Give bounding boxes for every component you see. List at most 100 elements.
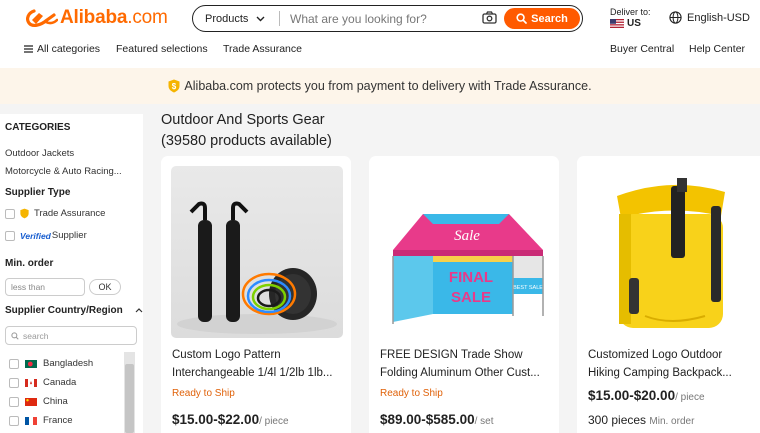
country-search-input[interactable]: search (5, 326, 137, 345)
country-label: France (43, 415, 73, 426)
price-unit: / piece (259, 416, 289, 427)
tent-top-text: Sale (454, 228, 480, 244)
shield-dollar-icon: $ (168, 79, 180, 93)
checkbox[interactable] (9, 415, 19, 426)
moq-label: Min. order (649, 416, 695, 427)
nav-trade-assurance-label: Trade Assurance (223, 43, 302, 55)
camera-icon[interactable] (482, 11, 497, 24)
nav-help-center[interactable]: Help Center (689, 43, 745, 55)
moq-value: 300 pieces (588, 413, 647, 427)
country-option-bangladesh[interactable]: Bangladesh (9, 358, 93, 369)
country-label: Canada (43, 377, 77, 388)
product-card[interactable]: Customized Logo Outdoor Hiking Camping B… (577, 156, 760, 433)
category-title: Outdoor And Sports Gear (161, 112, 325, 128)
product-image[interactable] (171, 166, 343, 338)
min-order-heading: Min. order (5, 258, 54, 269)
price-unit: / set (474, 416, 494, 427)
min-order-input[interactable]: less than (5, 278, 85, 296)
chevron-down-icon (256, 16, 265, 21)
country-option-france[interactable]: France (9, 415, 73, 426)
filter-trade-assurance[interactable]: Trade Assurance (5, 208, 105, 219)
search-button[interactable]: Search (504, 8, 580, 29)
price-range: $15.00-$20.00 (588, 388, 676, 403)
product-image[interactable]: Sale FINAL SALE BEST SALE (379, 166, 551, 338)
product-price: $89.00-$585.00/ set (380, 412, 494, 427)
canada-flag-icon (25, 378, 37, 387)
verified-badge: Verified (20, 230, 51, 241)
product-price: $15.00-$22.00/ piece (172, 412, 289, 427)
product-name[interactable]: Custom Logo Pattern Interchangeable 1/4l… (172, 346, 344, 382)
france-flag-icon (25, 416, 37, 425)
categories-heading: CATEGORIES (5, 122, 71, 133)
search-button-label: Search (531, 12, 568, 25)
product-name[interactable]: FREE DESIGN Trade Show Folding Aluminum … (380, 346, 552, 382)
nav-trade-assurance[interactable]: Trade Assurance (223, 43, 302, 55)
svg-text:$: $ (172, 82, 177, 91)
product-image[interactable] (587, 166, 759, 338)
china-flag-icon (25, 397, 37, 406)
bangladesh-flag-icon (25, 359, 37, 368)
min-order-quantity: 300 pieces Min. order (588, 413, 694, 427)
ok-label: OK (98, 282, 112, 292)
search-icon (11, 331, 19, 340)
nav-featured-label: Featured selections (116, 43, 208, 55)
price-range: $15.00-$22.00 (172, 412, 260, 427)
filter-verified-supplier-label: Supplier (51, 230, 87, 241)
filter-verified-supplier[interactable]: Verified Supplier (5, 230, 87, 241)
tent-wall-text-line2: SALE (451, 289, 491, 306)
tent-side-text: BEST SALE (513, 285, 543, 291)
menu-icon (24, 45, 33, 53)
min-order-placeholder: less than (11, 282, 46, 292)
nav-buyer-central[interactable]: Buyer Central (610, 43, 674, 55)
product-card[interactable]: Sale FINAL SALE BEST SALE FREE DESIGN Tr… (369, 156, 559, 433)
nav-help-center-label: Help Center (689, 43, 746, 55)
filter-trade-assurance-label: Trade Assurance (34, 208, 106, 219)
product-count: (39580 products available) (161, 133, 332, 149)
logo-text: Alibaba.com (60, 7, 168, 28)
category-link[interactable]: Motorcycle & Auto Racing... (5, 166, 122, 177)
country-label: China (43, 396, 68, 407)
search-category-label: Products (205, 12, 249, 25)
deliver-to-selector[interactable]: Deliver to: US (610, 7, 651, 29)
checkbox[interactable] (9, 358, 19, 369)
main-nav: All categories Featured selections Trade… (0, 40, 760, 60)
alibaba-logo[interactable]: Alibaba.com (24, 6, 168, 30)
country-list-scroll-thumb[interactable] (125, 364, 134, 433)
checkbox[interactable] (9, 396, 19, 407)
deliver-country: US (627, 18, 641, 29)
nav-all-categories[interactable]: All categories (24, 43, 100, 55)
min-order-ok-button[interactable]: OK (89, 279, 121, 295)
trade-assurance-banner[interactable]: $ Alibaba.com protects you from payment … (0, 68, 760, 104)
tent-wall-text-line1: FINAL (449, 269, 493, 286)
search-icon (516, 13, 527, 24)
jump-rope-image (177, 201, 337, 334)
backpack-image (617, 178, 725, 328)
nav-buyer-central-label: Buyer Central (610, 43, 675, 55)
product-name[interactable]: Customized Logo Outdoor Hiking Camping B… (588, 346, 760, 382)
nav-featured-selections[interactable]: Featured selections (116, 43, 208, 55)
checkbox[interactable] (5, 230, 15, 241)
price-unit: / piece (675, 392, 705, 403)
nav-all-categories-label: All categories (37, 43, 101, 55)
page-title: Outdoor And Sports Gear (39580 products … (161, 110, 332, 152)
search-input[interactable] (280, 11, 466, 26)
shield-dollar-icon (20, 208, 29, 219)
category-link[interactable]: Outdoor Jackets (5, 148, 74, 159)
checkbox[interactable] (5, 208, 15, 219)
language-currency-selector[interactable]: English-USD (669, 11, 750, 24)
search-bar: Products Search (192, 5, 583, 32)
tent-image: Sale FINAL SALE BEST SALE (392, 214, 544, 324)
country-option-china[interactable]: China (9, 396, 68, 407)
search-category-select[interactable]: Products (193, 6, 279, 31)
filter-sidebar: CATEGORIES Outdoor Jackets Motorcycle & … (0, 114, 143, 433)
product-name-line: Customized Logo Outdoor (588, 349, 723, 361)
price-range: $89.00-$585.00 (380, 412, 475, 427)
product-name-line: Hiking Camping Backpack... (588, 367, 732, 379)
alibaba-logo-icon (26, 9, 58, 27)
product-card[interactable]: Custom Logo Pattern Interchangeable 1/4l… (161, 156, 351, 433)
ready-to-ship-badge: Ready to Ship (380, 388, 443, 399)
us-flag-icon (610, 19, 624, 28)
country-region-heading[interactable]: Supplier Country/Region (5, 305, 143, 316)
checkbox[interactable] (9, 377, 19, 388)
country-option-canada[interactable]: Canada (9, 377, 76, 388)
